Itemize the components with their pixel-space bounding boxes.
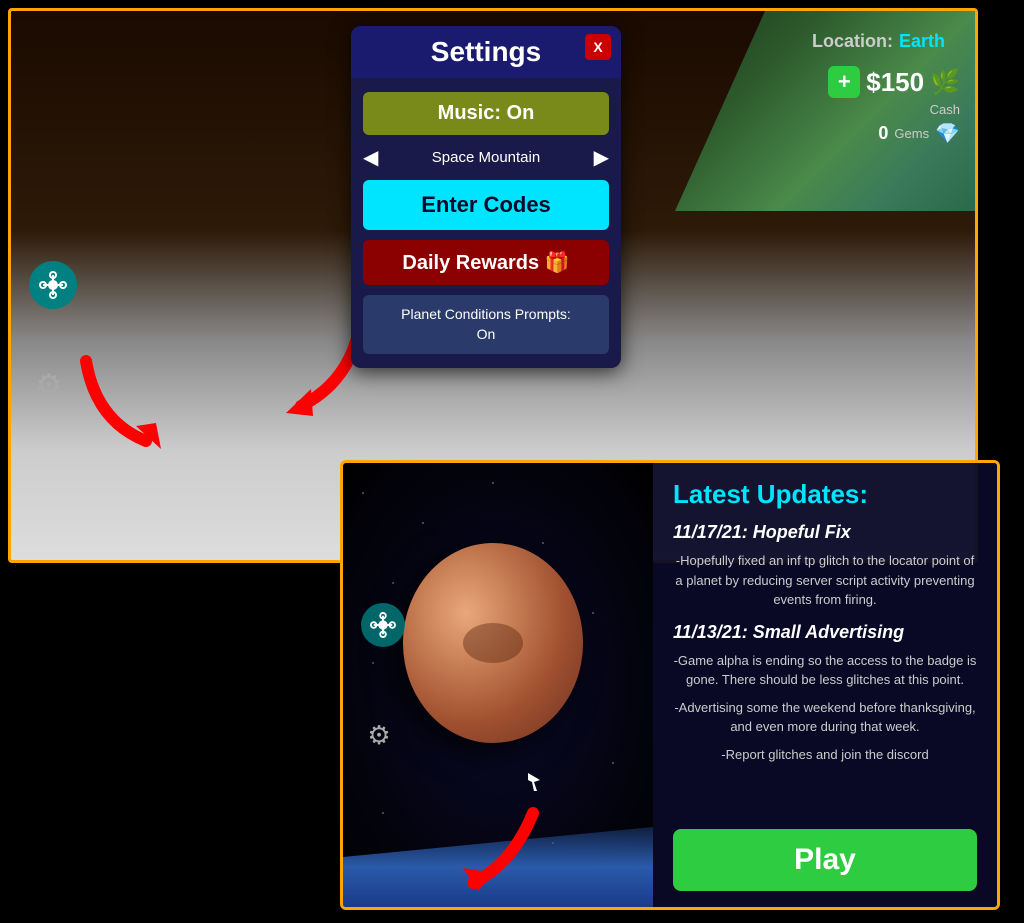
drone-icon-button[interactable] [29, 261, 77, 309]
cash-row: + $150 🌿 [828, 66, 960, 98]
gems-row: 0 Gems 💎 [878, 121, 960, 146]
enter-codes-button[interactable]: Enter Codes [363, 180, 609, 230]
settings-header: Settings X [351, 26, 621, 78]
settings-body: Music: On ◀ Space Mountain ▶ Enter Codes… [351, 78, 621, 368]
left-red-arrow [66, 341, 216, 466]
updates-panel: Latest Updates: 11/17/21: Hopeful Fix -H… [653, 463, 997, 907]
update-2-text-3: -Report glitches and join the discord [673, 745, 977, 765]
update-2-text-2: -Advertising some the weekend before tha… [673, 698, 977, 737]
track-selector: ◀ Space Mountain ▶ [363, 145, 609, 170]
update-2-date: 11/13/21: Small Advertising [673, 622, 977, 643]
location-badge: Location: Earth [812, 31, 945, 52]
cash-label: Cash [930, 102, 960, 117]
music-toggle-button[interactable]: Music: On [363, 92, 609, 135]
cash-amount: $150 [866, 67, 924, 98]
update-1-date: 11/17/21: Hopeful Fix [673, 522, 977, 543]
prev-track-button[interactable]: ◀ [363, 145, 378, 170]
play-button[interactable]: Play [673, 829, 977, 891]
space-ground [343, 807, 653, 907]
space-scene: ⚙ [343, 463, 653, 907]
bottom-panel: ⚙ Latest Updates: 11/17/21: Hopeful Fix … [340, 460, 1000, 910]
track-name: Space Mountain [386, 149, 585, 166]
settings-modal: Settings X Music: On ◀ Space Mountain ▶ … [351, 26, 621, 368]
location-label: Location: [812, 31, 893, 52]
gems-label: Gems [894, 126, 929, 141]
add-cash-button[interactable]: + [828, 66, 860, 98]
space-gear-icon: ⚙ [367, 720, 390, 751]
updates-title: Latest Updates: [673, 479, 977, 510]
cursor-indicator [528, 773, 540, 796]
next-track-button[interactable]: ▶ [594, 145, 609, 170]
space-drone-icon-button[interactable] [361, 603, 405, 647]
gem-icon: 💎 [935, 121, 960, 146]
gems-amount: 0 [878, 123, 888, 144]
update-2-text-1: -Game alpha is ending so the access to t… [673, 651, 977, 690]
drone-svg [39, 271, 67, 299]
mars-planet [403, 543, 583, 743]
settings-title: Settings [431, 36, 541, 67]
update-1-text: -Hopefully fixed an inf tp glitch to the… [673, 551, 977, 610]
planet-conditions-button[interactable]: Planet Conditions Prompts:On [363, 295, 609, 354]
space-drone-svg [370, 612, 396, 638]
currency-display: + $150 🌿 Cash 0 Gems 💎 [828, 66, 960, 146]
location-value: Earth [899, 31, 945, 52]
gear-icon-button[interactable]: ⚙ [25, 361, 73, 409]
gear-icon: ⚙ [36, 368, 63, 403]
daily-rewards-button[interactable]: Daily Rewards 🎁 [363, 240, 609, 285]
space-gear-icon-button[interactable]: ⚙ [357, 713, 401, 757]
settings-close-button[interactable]: X [585, 34, 611, 60]
cash-icon: 🌿 [930, 68, 960, 97]
planet-conditions-label: Planet Conditions Prompts:On [401, 306, 571, 342]
